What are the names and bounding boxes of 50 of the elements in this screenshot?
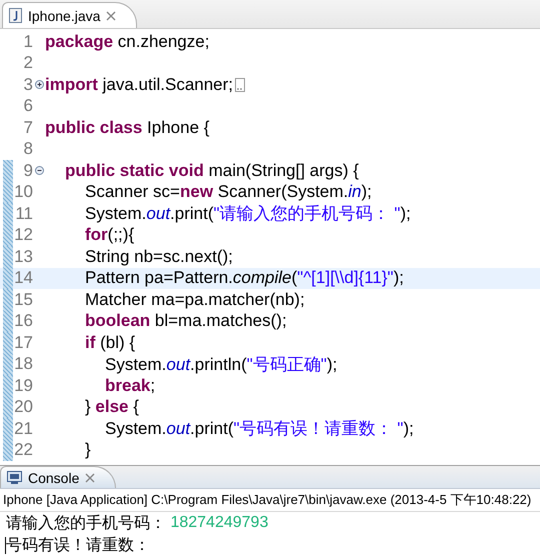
code-line: if (bl) { (84, 332, 136, 353)
launch-info: Iphone [Java Application] C:\Program Files\Java\jre7\bin\javaw.exe (2013-4-5 下午10:48:22) (0, 488, 540, 512)
code-line: Matcher ma=pa.matcher(nb); (84, 290, 305, 310)
line-number: 7 (22, 118, 33, 138)
code-line: } else { (84, 397, 139, 418)
line-number: 1 (22, 32, 33, 52)
console-tab[interactable]: Console (0, 466, 116, 488)
code-line: for(;;){ (84, 225, 134, 246)
code-line: System.out.println("号码正确"); (104, 354, 338, 376)
editor-tab[interactable]: Iphone.java (2, 2, 138, 28)
line-number: 8 (22, 139, 33, 160)
line-number: 19 (13, 376, 33, 396)
line-number: 14 (13, 268, 33, 288)
line-number: 12 (13, 225, 33, 246)
code-line: System.out.print("号码有误！请重数： "); (104, 418, 414, 440)
close-icon[interactable] (106, 10, 116, 20)
code-line: } (84, 440, 91, 460)
line-number: 18 (13, 354, 33, 374)
code-line: boolean bl=ma.matches(); (84, 311, 287, 332)
code-line: break; (104, 376, 156, 396)
line-number: 17 (13, 332, 33, 353)
code-line: public class Iphone { (45, 118, 210, 138)
code-line: Pattern pa=Pattern.compile("^[1][\\d]{11}"); (84, 268, 404, 288)
line-number: 6 (22, 96, 33, 116)
line-number: 13 (13, 246, 33, 267)
line-number: 10 (13, 182, 33, 202)
code-line: public static void main(String[] args) { (64, 160, 359, 181)
line-number: 20 (13, 397, 33, 418)
line-number: 22 (13, 440, 33, 460)
line-number: 15 (13, 290, 33, 310)
output-text: 请输入您的手机号码： (6, 514, 167, 534)
code-line: System.out.print("请输入您的手机号码： "); (84, 203, 411, 226)
code-line: package cn.zhengze; (45, 32, 210, 52)
output-text: 号码有误！请重数： (6, 536, 150, 556)
line-number: 2 (22, 53, 33, 74)
line-number: 3 (22, 74, 33, 95)
line-number: 11 (14, 204, 33, 224)
java-file-icon (9, 8, 22, 23)
line-number: 16 (13, 311, 33, 332)
collapse-icon[interactable] (34, 166, 44, 176)
monitor-icon (7, 470, 22, 484)
expand-icon[interactable] (34, 80, 44, 90)
code-line: Scanner sc=new Scanner(System.in); (84, 182, 372, 202)
line-number: 21 (13, 418, 33, 439)
folded-code-icon[interactable] (235, 78, 246, 92)
close-icon[interactable] (85, 472, 96, 482)
line-number: 9 (22, 160, 33, 181)
code-line: String nb=sc.next(); (84, 246, 233, 267)
input-text: 18274249793 (170, 514, 268, 532)
code-line: import java.util.Scanner; (45, 74, 234, 95)
